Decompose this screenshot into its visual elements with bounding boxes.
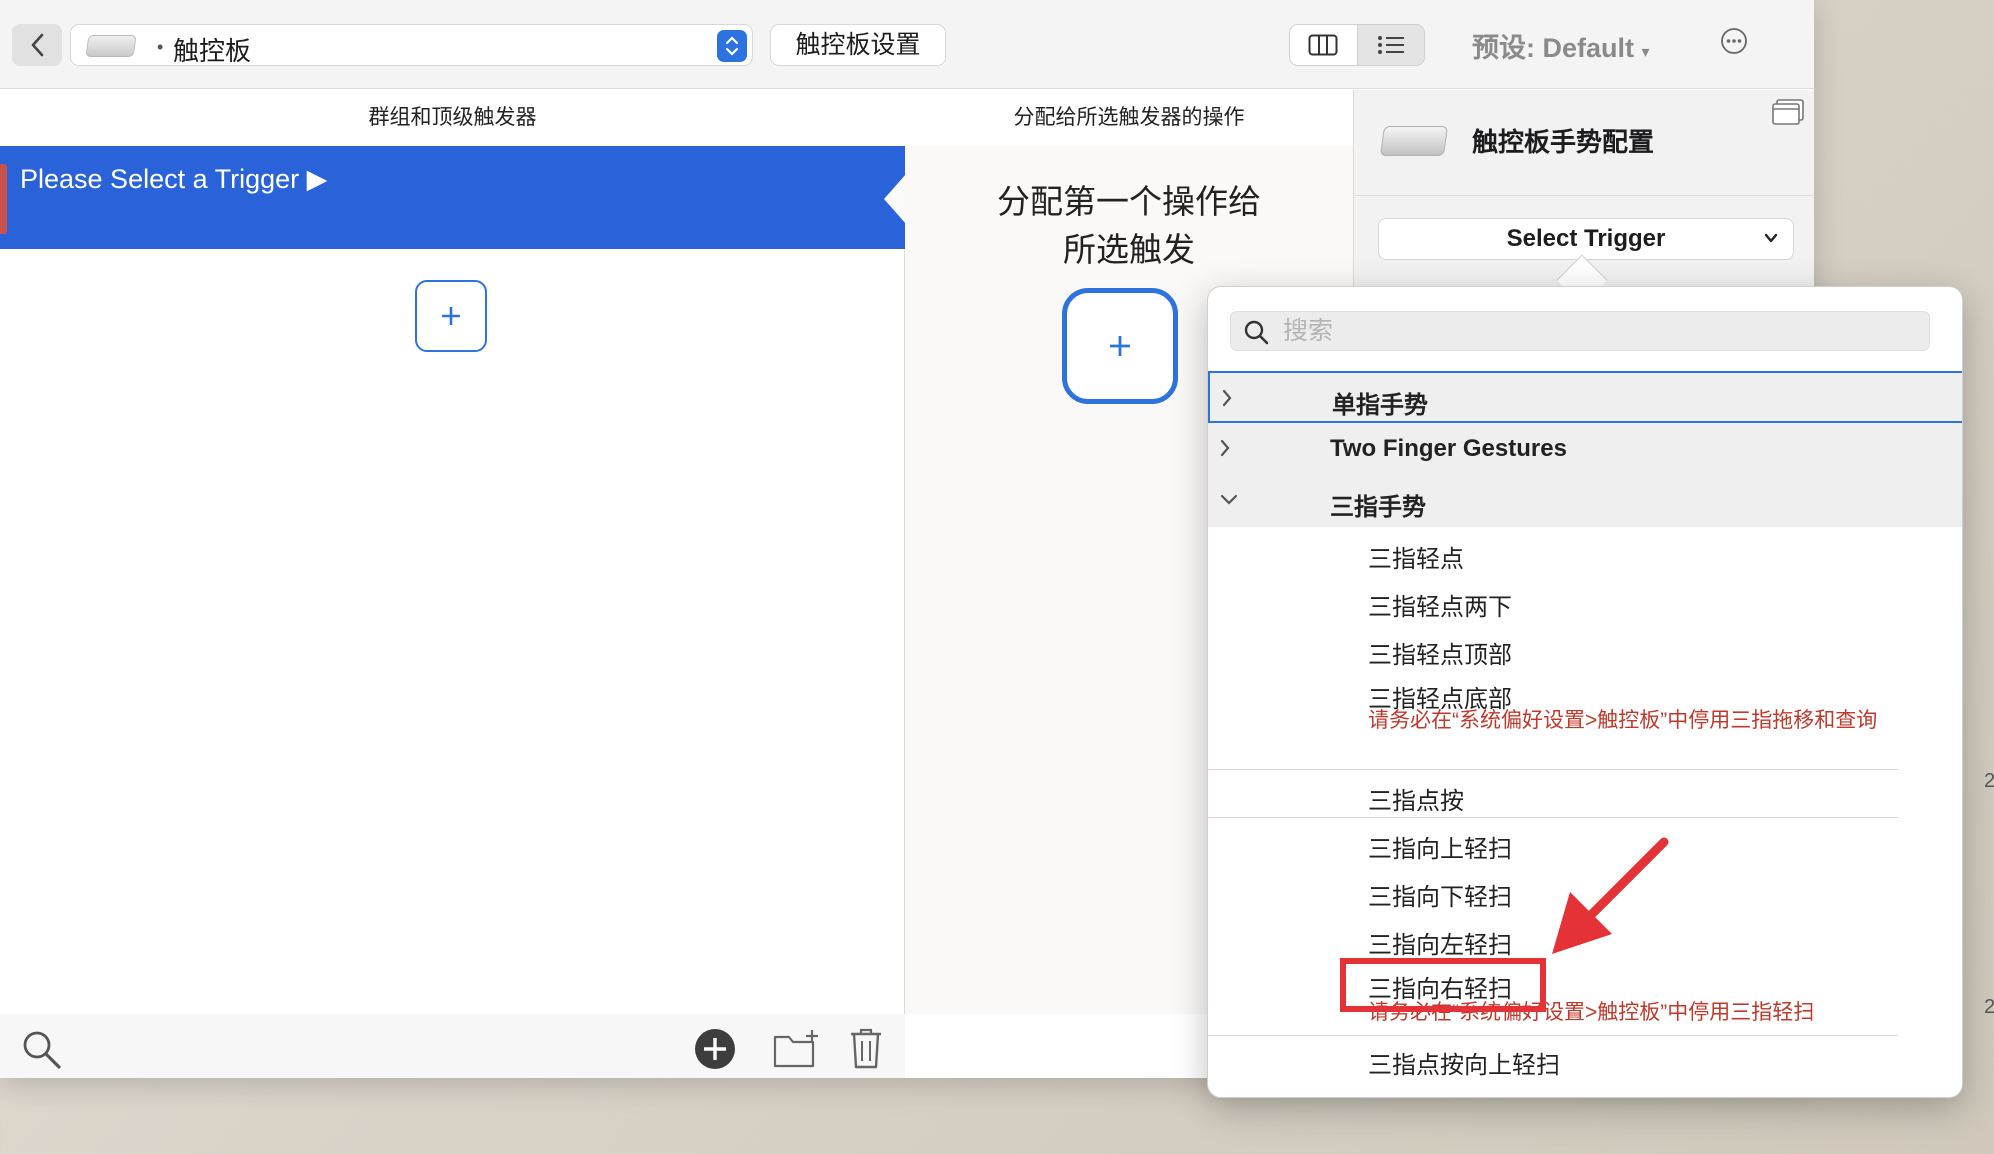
search-icon[interactable]	[20, 1028, 62, 1070]
trackpad-icon	[85, 35, 137, 57]
chevron-left-icon	[31, 33, 44, 57]
list-item[interactable]: 三指轻点两下	[1368, 587, 1512, 622]
selected-trigger-label: Please Select a Trigger ▶	[20, 164, 328, 194]
device-selector[interactable]: • 触控板	[70, 24, 753, 66]
list-item[interactable]: 三指轻点	[1368, 539, 1464, 574]
assign-action-prompt: 分配第一个操作给 所选触发	[905, 178, 1353, 274]
group-label: Two Finger Gestures	[1330, 435, 1567, 462]
detach-window-icon[interactable]	[1771, 98, 1805, 126]
select-trigger-label: Select Trigger	[1506, 225, 1666, 252]
device-label: 触控板	[173, 36, 252, 66]
trigger-list-pane: Please Select a Trigger ▶	[0, 146, 906, 1078]
chevron-down-icon	[1764, 233, 1778, 243]
preset-arrow: ▾	[1641, 44, 1650, 61]
list-icon	[1377, 36, 1404, 54]
group-label: 单指手势	[1332, 392, 1428, 419]
search-icon	[1244, 320, 1269, 345]
config-header: 触控板手势配置	[1354, 90, 1814, 196]
trigger-search-box[interactable]	[1230, 311, 1930, 351]
group-two-finger[interactable]: Two Finger Gestures	[1208, 423, 1962, 475]
divider	[1208, 817, 1898, 818]
group-single-finger[interactable]: 单指手势	[1208, 371, 1962, 423]
updown-stepper-icon[interactable]	[717, 30, 747, 62]
add-circle-icon[interactable]	[694, 1028, 736, 1070]
preset-label: 预设: Default	[1472, 33, 1634, 63]
list-item[interactable]: 三指向下轻扫	[1368, 877, 1512, 912]
view-mode-segmented	[1289, 24, 1425, 66]
prompt-line-1: 分配第一个操作给	[997, 183, 1261, 220]
edge-mark: 2	[1984, 770, 1994, 792]
divider	[1208, 1035, 1898, 1036]
selected-trigger-row[interactable]: Please Select a Trigger ▶	[0, 146, 906, 249]
config-title: 触控板手势配置	[1472, 127, 1655, 157]
toolbar: • 触控板 触控板设置 预设: Default ▾	[0, 0, 1814, 89]
column-view-button[interactable]	[1290, 25, 1358, 65]
select-trigger-dropdown[interactable]: Select Trigger	[1378, 218, 1794, 260]
divider	[1208, 769, 1898, 770]
edge-mark: 2	[1984, 996, 1994, 1018]
new-folder-icon[interactable]	[772, 1028, 820, 1070]
left-bottom-bar	[0, 1014, 905, 1078]
prompt-line-2: 所选触发	[1063, 231, 1195, 268]
left-column-header: 群组和顶级触发器	[368, 106, 537, 129]
chevron-right-icon	[1222, 389, 1232, 407]
trackpad-icon	[1379, 126, 1449, 156]
trash-icon[interactable]	[848, 1026, 884, 1070]
trigger-picker-popover: 单指手势 Two Finger Gestures 三指手势 三指轻点 三指轻点两…	[1207, 286, 1963, 1098]
list-item[interactable]: 三指向上轻扫	[1368, 829, 1512, 864]
trackpad-settings-button[interactable]: 触控板设置	[770, 24, 946, 66]
warning-note: 请务必在“系统偏好设置>触控板”中停用三指拖移和查询	[1368, 709, 1878, 732]
plus-icon	[1110, 336, 1130, 356]
chevron-down-icon	[1220, 494, 1238, 505]
plus-icon	[442, 307, 460, 325]
list-item[interactable]: 三指向左轻扫	[1368, 925, 1512, 960]
middle-column-header: 分配给所选触发器的操作	[1013, 106, 1245, 129]
add-action-button[interactable]	[1062, 288, 1178, 404]
group-three-finger[interactable]: 三指手势	[1208, 475, 1962, 527]
list-item[interactable]: 三指点按	[1368, 781, 1464, 816]
preset-dropdown[interactable]: 预设: Default ▾	[1472, 26, 1650, 65]
trigger-search-input[interactable]	[1283, 312, 1923, 350]
columns-icon	[1308, 34, 1338, 56]
list-item[interactable]: 三指轻点顶部	[1368, 635, 1512, 670]
path-separator: •	[157, 37, 164, 57]
red-arrow-annotation	[1552, 837, 1669, 954]
selection-notch	[884, 174, 906, 224]
more-options-icon[interactable]	[1720, 27, 1748, 55]
add-trigger-button[interactable]	[415, 280, 487, 352]
highlight-annotation-box	[1340, 958, 1546, 1012]
back-button[interactable]	[12, 24, 62, 66]
list-item[interactable]: 三指点按向上轻扫	[1368, 1045, 1560, 1080]
group-label: 三指手势	[1330, 494, 1426, 521]
chevron-right-icon	[1220, 439, 1230, 457]
row-color-marker	[0, 164, 7, 234]
list-view-button[interactable]	[1358, 25, 1425, 65]
